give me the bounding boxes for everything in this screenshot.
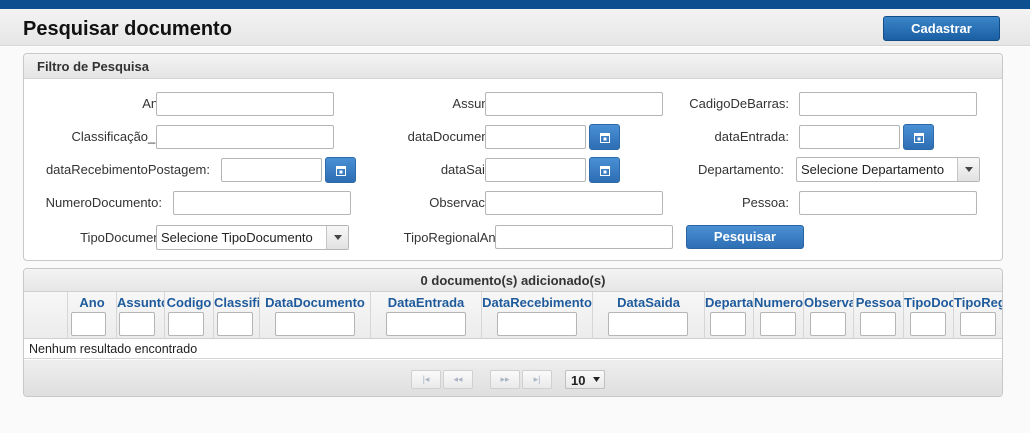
previous-page-button[interactable]: ◂◂ xyxy=(443,370,473,389)
data-entrada-label: dataEntrada: xyxy=(714,129,789,144)
classificacao-field[interactable] xyxy=(156,125,334,149)
column-sort-ano[interactable]: Ano xyxy=(68,295,116,310)
column-sort-departamento[interactable]: Departamento xyxy=(705,295,753,310)
departamento-select[interactable]: Selecione Departamento xyxy=(796,157,980,182)
page-header: Pesquisar documento Cadastrar xyxy=(0,9,1030,46)
column-sort-datarecebimento[interactable]: DataRecebimento xyxy=(482,295,592,310)
column-header-observacao: Observacao xyxy=(803,292,853,339)
departamento-label: Departamento: xyxy=(698,162,784,177)
column-sort-datasaida[interactable]: DataSaida xyxy=(593,295,704,310)
column-filter-tipodocumento[interactable] xyxy=(910,312,946,336)
paginator: |◂ ◂◂ ▸▸ ▸| 10 xyxy=(24,360,1002,396)
column-sort-codigo[interactable]: Codigo xyxy=(165,295,213,310)
column-filter-tiporegional[interactable] xyxy=(960,312,996,336)
table-caption: 0 documento(s) adicionado(s) xyxy=(24,269,1002,292)
column-header-codigo: Codigo xyxy=(164,292,213,339)
documents-table: 0 documento(s) adicionado(s) Ano Assunto… xyxy=(23,268,1003,397)
data-recebimento-field[interactable] xyxy=(221,158,322,182)
column-header-pessoa: Pessoa xyxy=(853,292,903,339)
tipo-documento-select[interactable]: Selecione TipoDocumento xyxy=(156,225,349,250)
numero-documento-label: NumeroDocumento: xyxy=(45,195,162,210)
column-sort-numero[interactable]: Numero xyxy=(754,295,803,310)
column-header-tiporegional: TipoRegional xyxy=(953,292,1002,339)
classificacao-label: Classificação_id: xyxy=(71,129,169,144)
observacao-field[interactable] xyxy=(485,191,663,215)
calendar-icon xyxy=(914,133,924,143)
data-entrada-field[interactable] xyxy=(799,125,900,149)
column-header-datarecebimento: DataRecebimento xyxy=(481,292,592,339)
column-sort-pessoa[interactable]: Pessoa xyxy=(854,295,903,310)
filter-panel-title: Filtro de Pesquisa xyxy=(24,54,1002,79)
data-saida-field[interactable] xyxy=(485,158,586,182)
table-header: Ano Assunto Codigo Classificação DataDoc… xyxy=(24,292,1002,339)
column-sort-tipodocumento[interactable]: TipoDocumento xyxy=(904,295,953,310)
departamento-select-toggle[interactable] xyxy=(957,158,979,181)
column-filter-pessoa[interactable] xyxy=(860,312,896,336)
calendar-icon xyxy=(336,166,346,176)
column-filter-datasaida[interactable] xyxy=(608,312,688,336)
column-header-tipodocumento: TipoDocumento xyxy=(903,292,953,339)
calendar-icon xyxy=(600,133,610,143)
column-filter-classificacao[interactable] xyxy=(217,312,253,336)
column-filter-codigo[interactable] xyxy=(168,312,204,336)
search-filter-panel: Filtro de Pesquisa Ano: Assunto: CadigoD… xyxy=(23,53,1003,261)
column-sort-dataentrada[interactable]: DataEntrada xyxy=(371,295,481,310)
calendar-icon xyxy=(600,166,610,176)
rows-per-page-select[interactable]: 10 xyxy=(565,370,605,389)
numero-documento-field[interactable] xyxy=(173,191,351,215)
column-header-datadocumento: DataDocumento xyxy=(259,292,370,339)
chevron-down-icon xyxy=(334,235,342,240)
chevron-down-icon xyxy=(593,377,600,382)
column-filter-dataentrada[interactable] xyxy=(386,312,466,336)
column-sort-observacao[interactable]: Observacao xyxy=(804,295,853,310)
tipo-documento-select-value: Selecione TipoDocumento xyxy=(161,230,313,245)
search-button[interactable]: Pesquisar xyxy=(686,225,804,249)
chevron-down-icon xyxy=(965,167,973,172)
column-header-classificacao: Classificação xyxy=(213,292,259,339)
data-entrada-calendar-button[interactable] xyxy=(903,124,934,150)
column-header-assunto: Assunto xyxy=(116,292,164,339)
ano-field[interactable] xyxy=(156,92,334,116)
column-filter-datadocumento[interactable] xyxy=(275,312,355,336)
rows-per-page-value: 10 xyxy=(571,373,586,388)
main-content: Filtro de Pesquisa Ano: Assunto: CadigoD… xyxy=(0,47,1030,433)
data-recebimento-calendar-button[interactable] xyxy=(325,157,356,183)
column-sort-classificacao[interactable]: Classificação xyxy=(214,295,259,310)
empty-message: Nenhum resultado encontrado xyxy=(24,340,1002,359)
column-filter-numero[interactable] xyxy=(760,312,796,336)
tipo-regional-field[interactable] xyxy=(495,225,673,249)
first-page-button[interactable]: |◂ xyxy=(411,370,441,389)
assunto-field[interactable] xyxy=(485,92,663,116)
departamento-select-value: Selecione Departamento xyxy=(801,162,945,177)
last-page-button[interactable]: ▸| xyxy=(522,370,552,389)
column-header-departamento: Departamento xyxy=(704,292,753,339)
column-header-dataentrada: DataEntrada xyxy=(370,292,481,339)
codigo-barras-label: CadigoDeBarras: xyxy=(689,96,789,111)
pessoa-field[interactable] xyxy=(799,191,977,215)
column-sort-tiporegional[interactable]: TipoRegional xyxy=(954,295,1002,310)
column-header-ano: Ano xyxy=(67,292,116,339)
data-recebimento-label: dataRecebimentoPostagem: xyxy=(45,162,210,177)
column-filter-observacao[interactable] xyxy=(810,312,846,336)
column-filter-departamento[interactable] xyxy=(710,312,746,336)
pessoa-label: Pessoa: xyxy=(742,195,789,210)
column-filter-ano[interactable] xyxy=(71,312,106,336)
column-header-datasaida: DataSaida xyxy=(592,292,704,339)
column-sort-datadocumento[interactable]: DataDocumento xyxy=(260,295,370,310)
register-button[interactable]: Cadastrar xyxy=(883,16,1000,41)
column-filter-datarecebimento[interactable] xyxy=(497,312,577,336)
data-documento-field[interactable] xyxy=(485,125,586,149)
tipo-documento-select-toggle[interactable] xyxy=(326,226,348,249)
codigo-barras-field[interactable] xyxy=(799,92,977,116)
data-documento-calendar-button[interactable] xyxy=(589,124,620,150)
data-saida-calendar-button[interactable] xyxy=(589,157,620,183)
column-sort-assunto[interactable]: Assunto xyxy=(117,295,164,310)
column-header-numero: Numero xyxy=(753,292,803,339)
column-filter-assunto[interactable] xyxy=(119,312,155,336)
page-title: Pesquisar documento xyxy=(23,18,232,40)
next-page-button[interactable]: ▸▸ xyxy=(490,370,520,389)
top-accent-bar xyxy=(0,0,1030,9)
